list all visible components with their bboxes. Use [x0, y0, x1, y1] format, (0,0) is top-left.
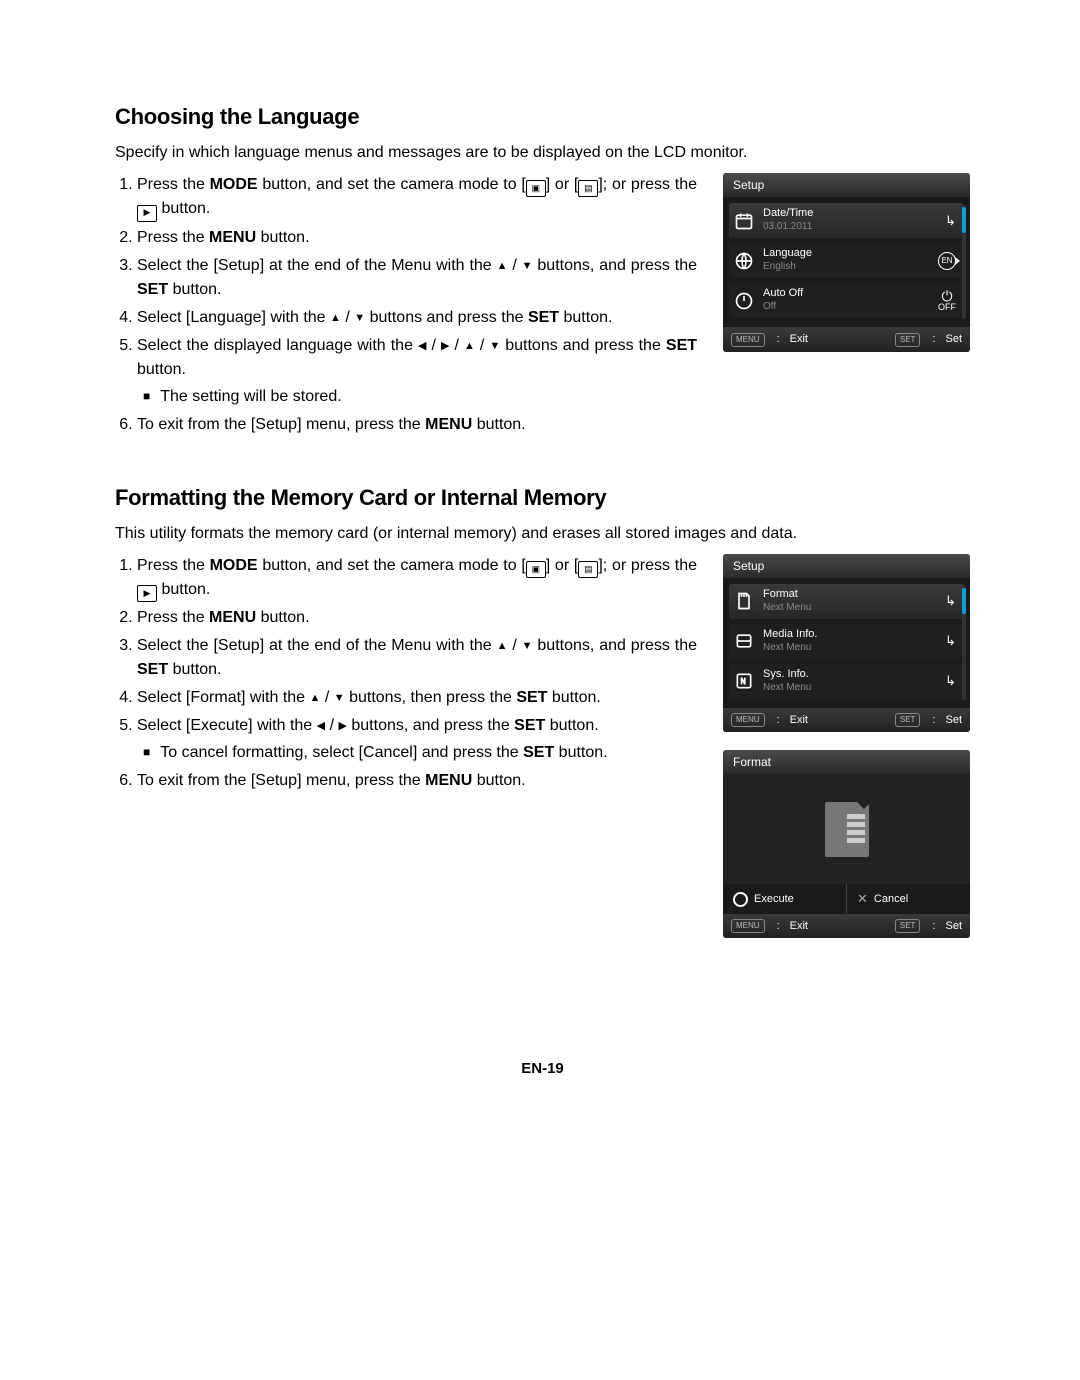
lcd-setup-format: Setup FormatNext Menu ↳ Media Info.Next … — [723, 554, 970, 733]
arrow-right-icon: ↳ — [945, 591, 956, 611]
format-illustration — [723, 774, 970, 884]
lang-step-2: Press the MENU button. — [137, 226, 697, 250]
steps-format: Press the MODE button, and set the camer… — [115, 554, 697, 794]
lcd-setup-language: Setup Date/Time03.01.2011 ↳ LanguageEngl… — [723, 173, 970, 352]
lcd-format-confirm: Format Execute ✕Cancel MENU: Exit SET: S… — [723, 750, 970, 938]
lcd-footer: MENU: Exit SET: Set — [723, 327, 970, 352]
cancel-option: ✕Cancel — [847, 884, 970, 914]
lang-step-4: Select [Language] with the ▲ / ▼ buttons… — [137, 306, 697, 330]
steps-language: Press the MODE button, and set the camer… — [115, 173, 697, 437]
section-choosing-language: Choosing the Language Specify in which l… — [115, 100, 970, 441]
camera-icon: ▣ — [526, 180, 546, 197]
up-icon: ▲ — [497, 258, 508, 275]
globe-icon — [733, 250, 755, 272]
lcd-row-sys-info: Sys. Info.Next Menu ↳ — [729, 664, 964, 699]
execute-option: Execute — [723, 884, 847, 914]
heading-choosing-language: Choosing the Language — [115, 100, 970, 133]
lcd-row-language: LanguageEnglish EN — [729, 243, 964, 278]
intro-language: Specify in which language menus and mess… — [115, 141, 970, 165]
lang-step-5-sub: The setting will be stored. — [143, 385, 697, 409]
arrow-right-icon: ↳ — [945, 671, 956, 691]
heading-format: Formatting the Memory Card or Internal M… — [115, 481, 970, 514]
scrollbar — [962, 205, 966, 319]
lcd-title: Setup — [723, 173, 970, 197]
fmt-step-1: Press the MODE button, and set the camer… — [137, 554, 697, 603]
lang-step-6: To exit from the [Setup] menu, press the… — [137, 413, 697, 437]
power-icon — [733, 290, 755, 312]
play-icon: ▶ — [137, 585, 157, 602]
lang-step-3: Select the [Setup] at the end of the Men… — [137, 254, 697, 302]
play-icon: ▶ — [137, 205, 157, 222]
set-badge: SET — [895, 333, 921, 347]
menu-badge: MENU — [731, 333, 765, 347]
intro-format: This utility formats the memory card (or… — [115, 522, 970, 546]
page-number: EN-19 — [115, 1058, 970, 1081]
lang-step-5: Select the displayed language with the ◀… — [137, 334, 697, 409]
arrow-right-icon: ↳ — [945, 631, 956, 651]
lang-step-1: Press the MODE button, and set the camer… — [137, 173, 697, 222]
section-format-memory: Formatting the Memory Card or Internal M… — [115, 481, 970, 939]
lcd-row-autooff: Auto OffOff ⏻OFF — [729, 283, 964, 318]
camera-icon: ▣ — [526, 561, 546, 578]
execute-cancel-row: Execute ✕Cancel — [723, 884, 970, 914]
circle-icon — [733, 892, 748, 907]
lcd-row-datetime: Date/Time03.01.2011 ↳ — [729, 203, 964, 238]
down-icon: ▼ — [522, 258, 533, 275]
media-icon — [733, 630, 755, 652]
x-icon: ✕ — [857, 889, 868, 909]
sd-card-icon — [733, 590, 755, 612]
scrollbar — [962, 586, 966, 700]
fmt-step-3: Select the [Setup] at the end of the Men… — [137, 634, 697, 682]
lang-en-icon: EN — [938, 252, 956, 270]
lcd-row-media-info: Media Info.Next Menu ↳ — [729, 624, 964, 659]
lcd-row-format: FormatNext Menu ↳ — [729, 584, 964, 619]
arrow-right-icon: ↳ — [945, 211, 956, 231]
fmt-step-5: Select [Execute] with the ◀ / ▶ buttons,… — [137, 714, 697, 765]
version-icon — [733, 670, 755, 692]
fmt-step-2: Press the MENU button. — [137, 606, 697, 630]
film-icon: ▤ — [578, 561, 598, 578]
calendar-icon — [733, 210, 755, 232]
power-off-icon: ⏻OFF — [938, 289, 956, 312]
fmt-step-6: To exit from the [Setup] menu, press the… — [137, 769, 697, 793]
fmt-step-4: Select [Format] with the ▲ / ▼ buttons, … — [137, 686, 697, 710]
film-icon: ▤ — [578, 180, 598, 197]
sd-card-large-icon — [825, 802, 869, 857]
fmt-step-5-sub: To cancel formatting, select [Cancel] an… — [143, 741, 697, 765]
